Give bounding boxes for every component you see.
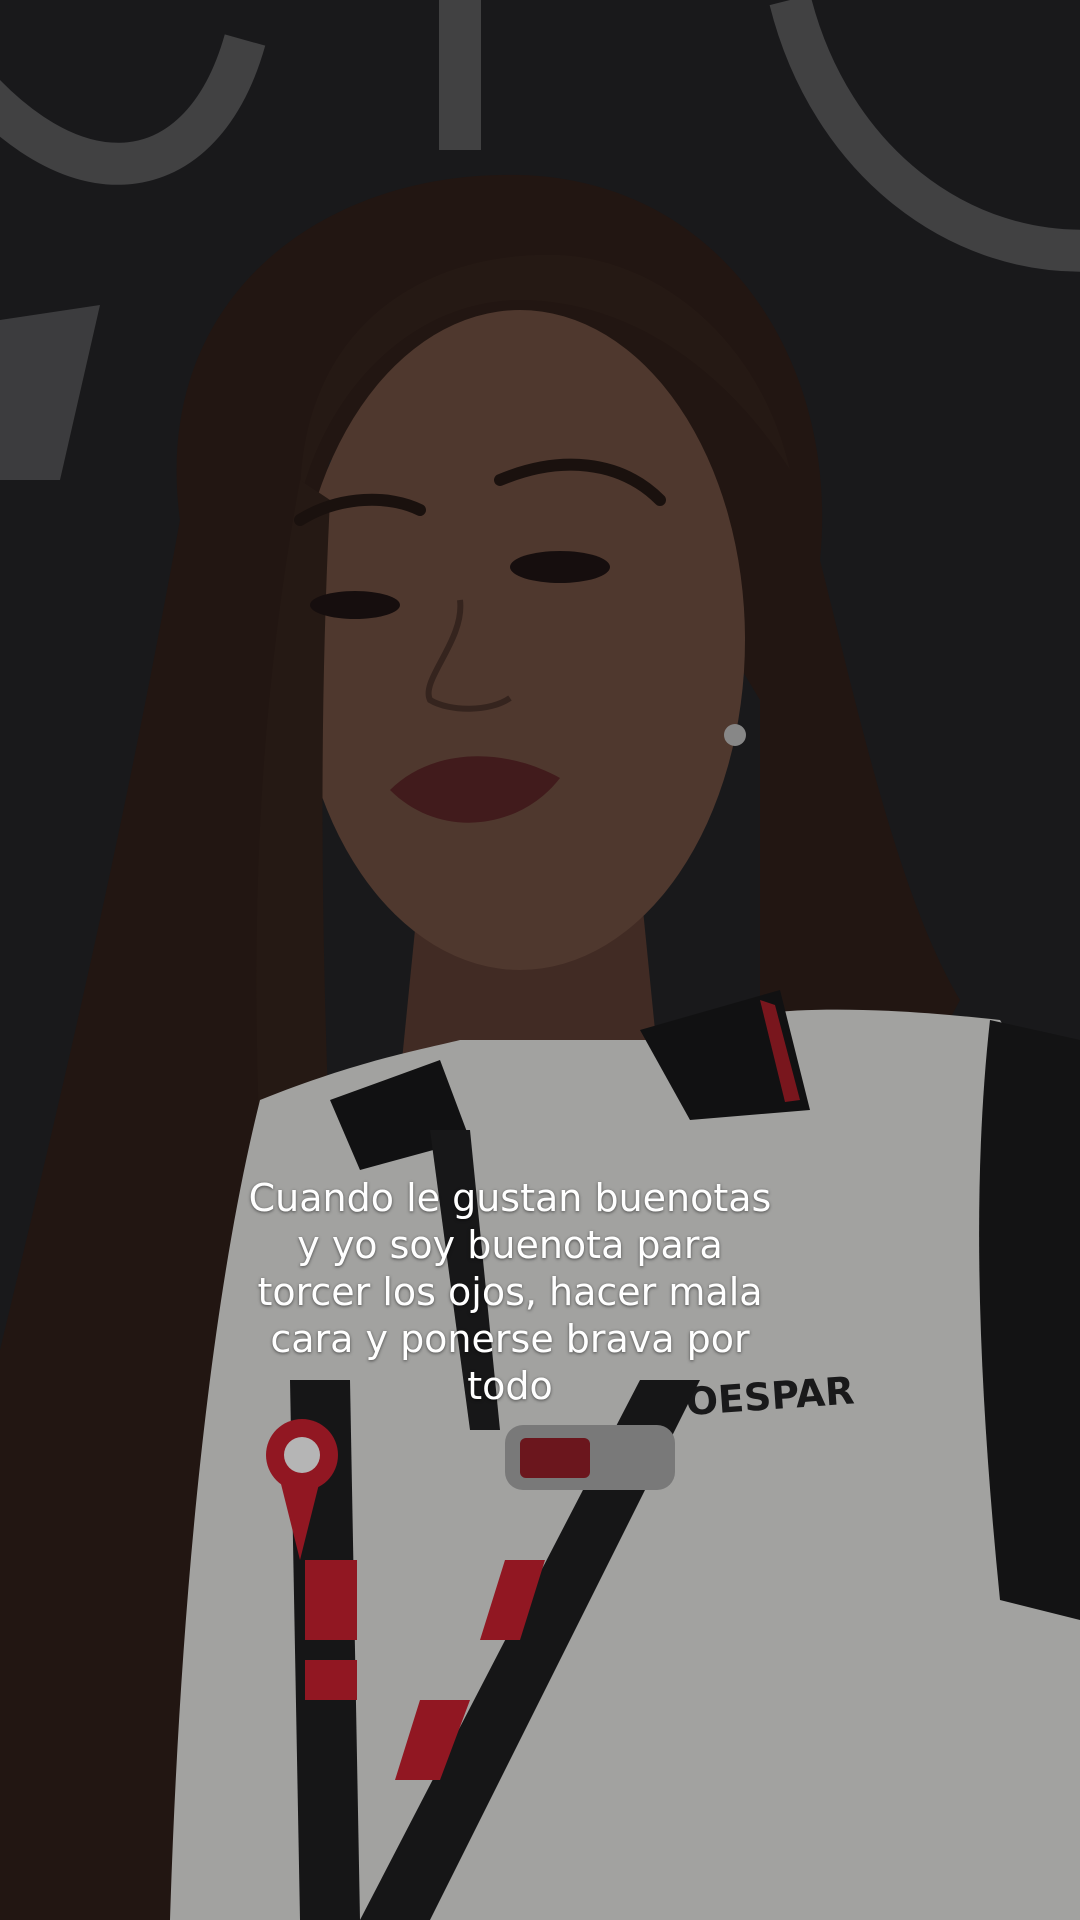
selfie-photo: TOESPAR — [0, 0, 1080, 1920]
video-caption: Cuando le gustan buenotas y yo soy bueno… — [248, 1176, 772, 1408]
video-frame: TOESPAR Cuando le gustan buenotas y yo s… — [0, 0, 1080, 1920]
